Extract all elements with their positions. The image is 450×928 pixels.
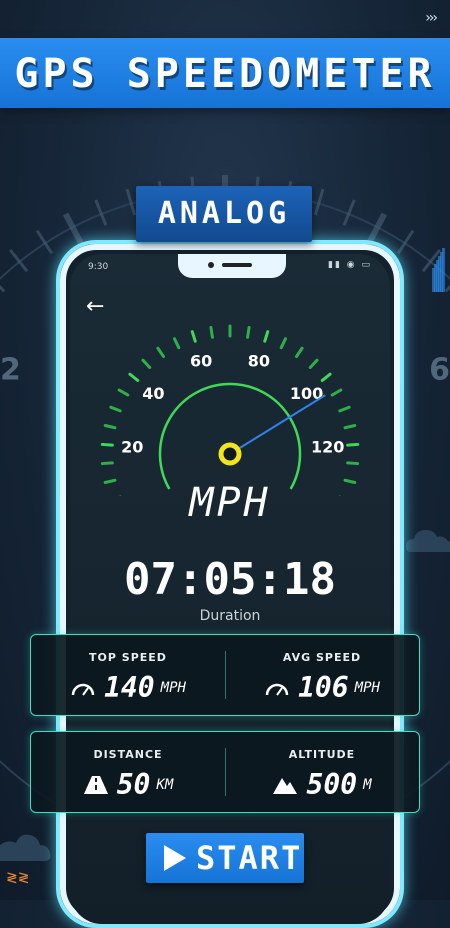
avg-speed-stat: AVG SPEED 106 MPH [225, 635, 419, 715]
gauge-tick [294, 346, 304, 359]
distance-value: 50 [116, 768, 151, 801]
duration-label: Duration [199, 608, 261, 624]
phone-notch [178, 254, 286, 278]
gauge-arc [158, 382, 302, 490]
gauge-tick [346, 442, 360, 447]
gauge-label: 120 [311, 438, 344, 457]
gauge-label: 60 [190, 351, 212, 370]
distance-unit: KM [156, 776, 174, 793]
mountain-icon [273, 777, 298, 794]
avg-speed-unit: MPH [354, 679, 380, 696]
altitude-label: ALTITUDE [288, 748, 356, 761]
cloud-icon [406, 530, 450, 552]
road-icon [83, 775, 108, 794]
title-banner: GPS SPEEDOMETER [0, 38, 450, 108]
top-speed-unit: MPH [160, 679, 186, 696]
speedometer-icon [71, 683, 95, 696]
gauge-tick [128, 372, 140, 382]
gauge-tick [308, 358, 319, 369]
bg-dial-label: 6 [429, 353, 450, 388]
phone-screen: 9:30 ▮▮ ◉ ▭ ← 020406080100120140 MPH 07:… [70, 254, 390, 924]
gauge-tick [338, 405, 351, 413]
avg-speed-value: 106 [298, 671, 349, 704]
speedometer-icon [265, 683, 289, 696]
speed-gauge: 020406080100120140 [100, 324, 360, 496]
gauge-tick [263, 330, 270, 343]
bg-dial-tick [396, 229, 415, 255]
gauge-tick [320, 372, 332, 382]
chevron-right-icon: ››› [425, 10, 438, 26]
top-speed-label: TOP SPEED [89, 651, 167, 664]
duration-timer: 07:05:18 [124, 554, 336, 605]
gauge-tick [190, 330, 197, 343]
gauge-tick [141, 358, 152, 369]
gauge-tick [330, 388, 343, 397]
altitude-value: 500 [306, 768, 358, 801]
gauge-tick [209, 325, 214, 339]
gauge-tick [156, 346, 166, 359]
gauge-tick [109, 405, 122, 413]
start-label: START [196, 839, 303, 877]
status-time: 9:30 [88, 262, 109, 272]
distance-label: DISTANCE [93, 748, 163, 761]
gauge-tick [103, 424, 117, 430]
mode-banner: ANALOG [136, 186, 312, 242]
gauge-hub [218, 442, 242, 466]
status-icons: ▮▮ ◉ ▭ [328, 260, 372, 270]
gauge-tick [343, 424, 357, 430]
gauge-tick [100, 442, 114, 447]
mode-label: ANALOG [157, 196, 291, 231]
bg-accent-bar [442, 248, 445, 292]
play-icon [164, 845, 186, 871]
gauge-tick [100, 461, 114, 466]
decorative-mark: ≷≷ [6, 870, 30, 886]
gauge-tick [279, 337, 288, 350]
altitude-unit: M [363, 776, 372, 793]
speed-unit: MPH [189, 480, 271, 526]
gauge-tick [117, 388, 130, 397]
distance-stat: DISTANCE 50 KM [31, 732, 225, 812]
avg-speed-label: AVG SPEED [282, 651, 362, 664]
app-title: GPS SPEEDOMETER [14, 51, 436, 97]
altitude-stat: ALTITUDE 500 M [225, 732, 419, 812]
speed-stats-card: TOP SPEED 140 MPH AVG SPEED 106 MPH [30, 634, 420, 716]
bg-dial-label: 2 [0, 353, 21, 388]
bg-dial-tick [35, 229, 54, 255]
gauge-tick [246, 325, 251, 339]
gauge-tick [346, 461, 360, 466]
top-speed-value: 140 [104, 671, 155, 704]
top-speed-stat: TOP SPEED 140 MPH [31, 635, 225, 715]
gauge-label: 80 [248, 351, 270, 370]
gauge-label: 40 [142, 384, 164, 403]
travel-stats-card: DISTANCE 50 KM ALTITUDE 500 M [30, 731, 420, 813]
phone-frame: 9:30 ▮▮ ◉ ▭ ← 020406080100120140 MPH 07:… [56, 240, 404, 928]
cloud-icon [0, 834, 51, 861]
gauge-label: 20 [121, 438, 143, 457]
gauge-tick [172, 337, 181, 350]
start-button[interactable]: START [146, 833, 304, 883]
